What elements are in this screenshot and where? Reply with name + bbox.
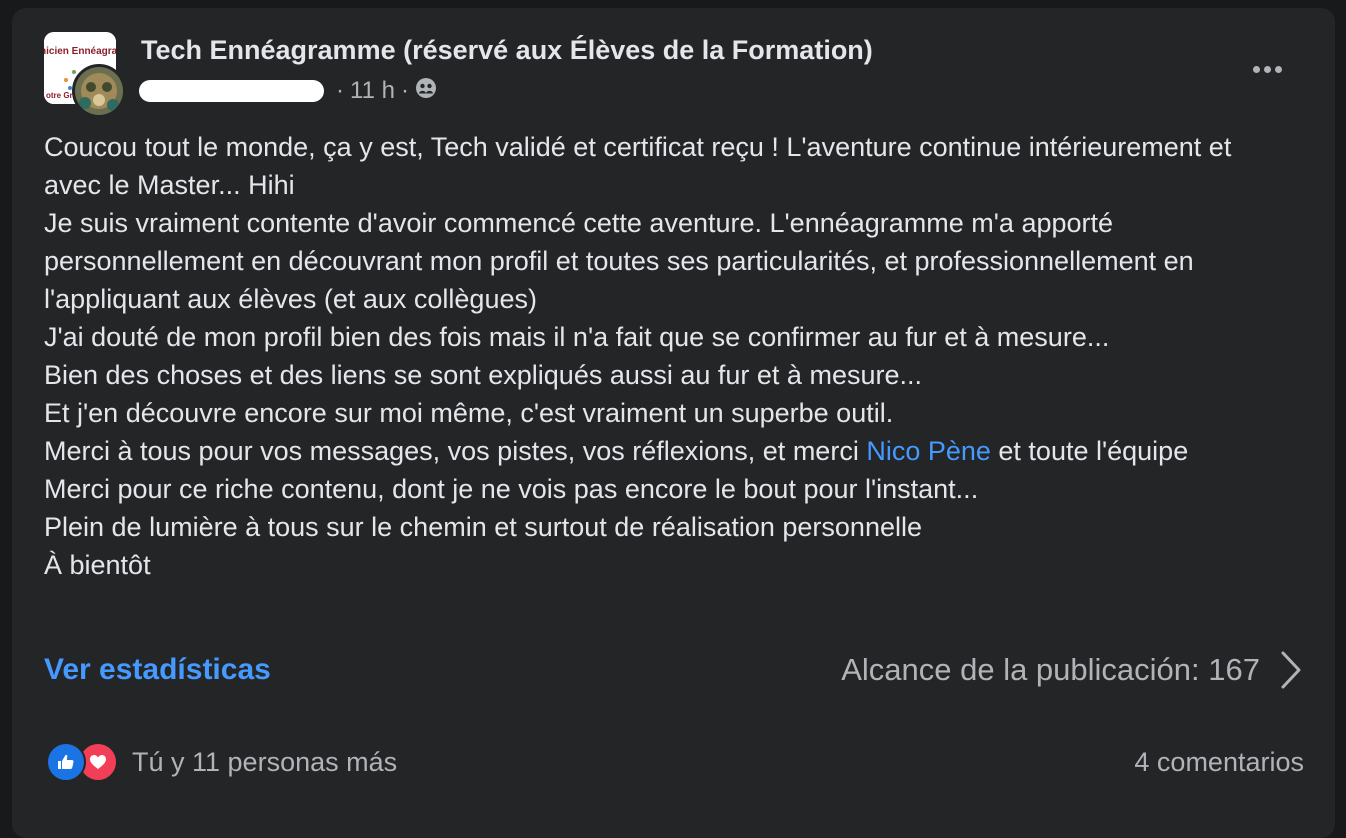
meta-separator: · <box>400 77 409 104</box>
post-card: nicien Ennéagram otre Gr Tech Ennéagramm… <box>12 8 1335 838</box>
post-text-line: Et j'en découvre encore sur moi même, c'… <box>44 398 894 428</box>
reactions-summary[interactable]: Tú y 11 personas más <box>46 742 397 782</box>
post-text-line: À bientôt <box>44 550 151 580</box>
dot-icon <box>1252 65 1260 73</box>
reactions-text: Tú y 11 personas más <box>132 746 398 777</box>
like-icon <box>46 742 86 782</box>
post-body: Coucou tout le monde, ça y est, Tech val… <box>44 128 1294 584</box>
thanks-text: Merci à tous pour vos messages, vos pist… <box>44 436 867 466</box>
comments-count[interactable]: 4 comentarios <box>1134 747 1304 778</box>
insights-row: Ver estadísticas Alcance de la publicaci… <box>44 648 1302 692</box>
post-text-line: J'ai douté de mon profil bien des fois m… <box>44 322 1110 352</box>
mention-link[interactable]: Nico Pène <box>866 436 991 466</box>
avatar-text: nicien Ennéagram <box>44 46 116 57</box>
meta-separator: · <box>336 77 344 104</box>
post-text-line: Bien des choses et des liens se sont exp… <box>44 360 922 390</box>
post-meta: · 11 h · <box>139 76 443 106</box>
view-insights-link[interactable]: Ver estadísticas <box>44 653 271 687</box>
more-options-button[interactable] <box>1244 56 1290 82</box>
post-text-line: Merci pour ce riche contenu, dont je ne … <box>44 474 979 504</box>
redacted-author-name <box>139 80 324 102</box>
post-reach-text: Alcance de la publicación: 167 <box>841 652 1260 687</box>
post-text-line-thanks: Merci à tous pour vos messages, vos pist… <box>44 432 1294 470</box>
post-text-line: Coucou tout le monde, ça y est, Tech val… <box>44 132 1232 200</box>
dot-icon <box>1263 65 1271 73</box>
post-reach-button[interactable]: Alcance de la publicación: 167 <box>841 650 1302 690</box>
user-avatar[interactable] <box>72 64 126 118</box>
post-avatar[interactable]: nicien Ennéagram otre Gr <box>44 32 126 118</box>
dot-icon <box>1274 65 1282 73</box>
thanks-text-end: et toute l'équipe <box>990 436 1189 466</box>
group-name[interactable]: Tech Ennéagramme (réservé aux Élèves de … <box>141 35 873 66</box>
svg-text:otre Gr: otre Gr <box>46 91 73 100</box>
post-text-line: Je suis vraiment contente d'avoir commen… <box>44 208 1194 314</box>
audience-group-icon[interactable] <box>415 77 437 106</box>
chevron-right-icon <box>1281 651 1301 689</box>
post-text-line: Plein de lumière à tous sur le chemin et… <box>44 512 922 542</box>
post-time[interactable]: 11 h <box>350 77 395 105</box>
reactions-row: Tú y 11 personas más 4 comentarios <box>46 742 1304 782</box>
